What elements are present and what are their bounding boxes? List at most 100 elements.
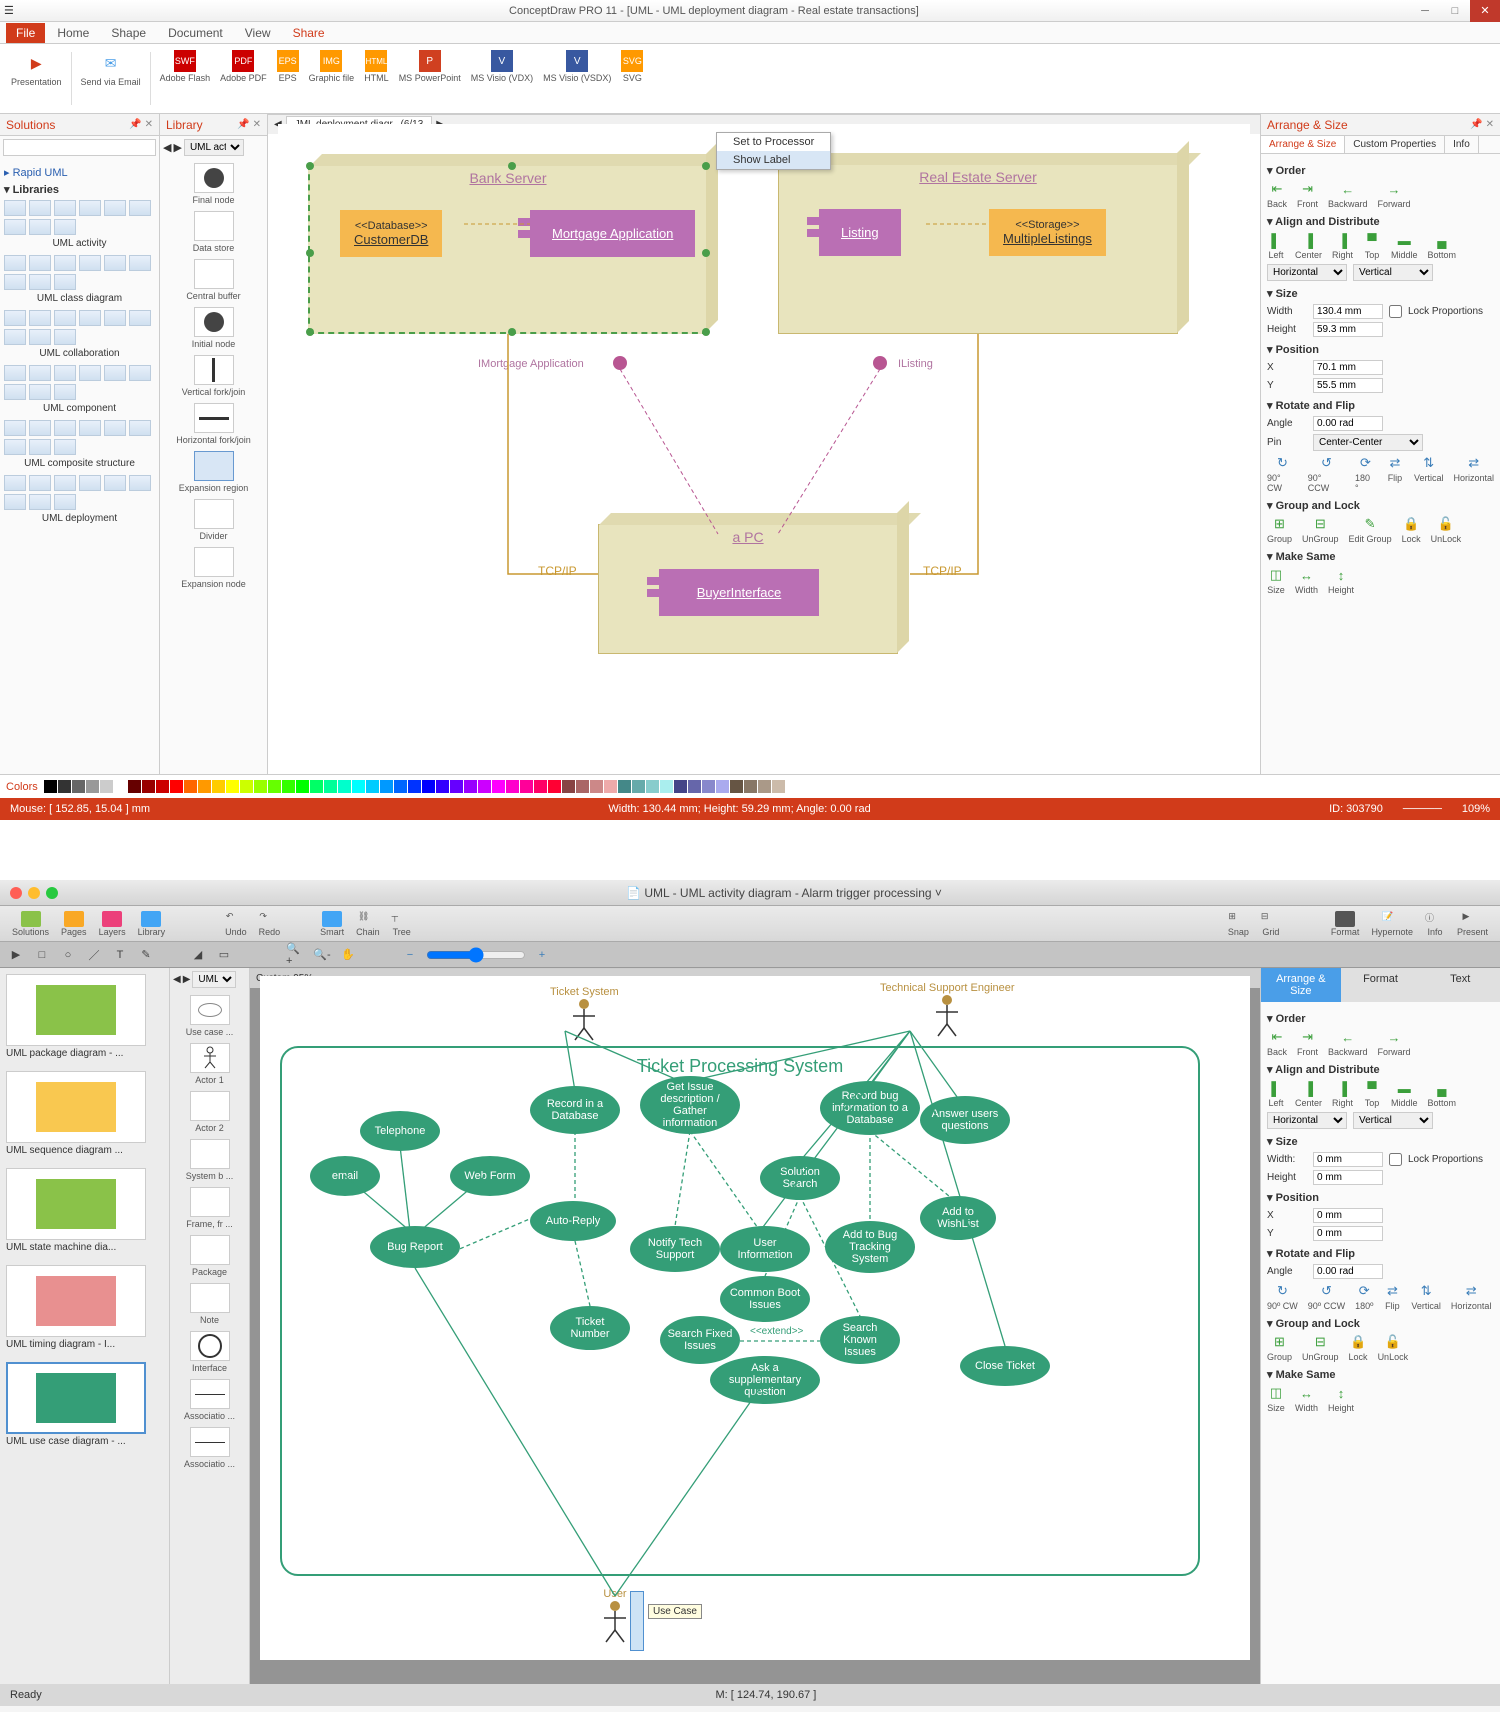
color-swatch[interactable]	[772, 780, 785, 793]
menu-home[interactable]: Home	[47, 23, 99, 43]
canvas-area-2[interactable]: Ticket System Technical Support Engineer…	[250, 968, 1260, 1684]
color-swatch[interactable]	[254, 780, 267, 793]
tb-layers[interactable]: Layers	[95, 909, 130, 939]
presentation-button[interactable]: ▶Presentation	[8, 48, 65, 109]
lib-final-node[interactable]: Final node	[164, 163, 263, 205]
uc-recordbug[interactable]: Record bug information to a Database	[820, 1081, 920, 1135]
tb-tree[interactable]: ┬Tree	[388, 909, 416, 939]
eps-button[interactable]: EPSEPS	[274, 48, 302, 109]
hand-tool[interactable]: ✋	[338, 945, 358, 965]
color-swatch[interactable]	[338, 780, 351, 793]
mac-close-button[interactable]	[10, 887, 22, 899]
text-tool[interactable]: T	[110, 945, 130, 965]
interface-ilisting[interactable]	[873, 356, 887, 370]
line-tool[interactable]: ／	[84, 945, 104, 965]
menu-shape[interactable]: Shape	[101, 23, 156, 43]
actor-user[interactable]: User	[600, 1588, 630, 1644]
lock-btn[interactable]: 🔒Lock	[1402, 516, 1421, 544]
tb-grid[interactable]: ⊟Grid	[1257, 909, 1285, 939]
sol-timing[interactable]: UML timing diagram - I...	[6, 1265, 163, 1350]
lib-expansion-node[interactable]: Expansion node	[164, 547, 263, 589]
color-swatch[interactable]	[604, 780, 617, 793]
tb-smart[interactable]: Smart	[316, 909, 348, 939]
tb-format[interactable]: Format	[1327, 909, 1364, 939]
menu-view[interactable]: View	[235, 23, 281, 43]
flip-v[interactable]: ⇅Vertical	[1414, 455, 1444, 493]
lib-dropdown-2[interactable]: UML u...	[192, 971, 236, 988]
uc-bugreport[interactable]: Bug Report	[370, 1226, 460, 1268]
color-swatch[interactable]	[268, 780, 281, 793]
color-swatch[interactable]	[380, 780, 393, 793]
uc-answer[interactable]: Answer users questions	[920, 1096, 1010, 1144]
uc-wishlist[interactable]: Add to WishList	[920, 1196, 996, 1240]
lock-proportions[interactable]	[1389, 305, 1402, 318]
flip[interactable]: ⇄Flip	[1386, 455, 1404, 493]
lib-divider[interactable]: Divider	[164, 499, 263, 541]
color-swatch[interactable]	[562, 780, 575, 793]
uc-addbug[interactable]: Add to Bug Tracking System	[825, 1221, 915, 1273]
width-input-2[interactable]	[1313, 1152, 1383, 1167]
email-button[interactable]: ✉Send via Email	[78, 48, 144, 109]
color-swatch[interactable]	[170, 780, 183, 793]
width-input[interactable]	[1313, 304, 1383, 319]
rot-cw[interactable]: ↻90° CW	[1267, 455, 1298, 493]
mac-zoom-button[interactable]	[46, 887, 58, 899]
lib-fwd-icon[interactable]: ▶	[173, 141, 181, 154]
x-input[interactable]	[1313, 360, 1383, 375]
lib2-actor2[interactable]: Actor 2	[174, 1091, 245, 1133]
color-swatch[interactable]	[72, 780, 85, 793]
lock-prop-2[interactable]	[1389, 1153, 1402, 1166]
tb-info[interactable]: ⓘInfo	[1421, 909, 1449, 939]
ppt-button[interactable]: PMS PowerPoint	[396, 48, 464, 109]
pointer-tool[interactable]: ▶	[6, 945, 26, 965]
same-size[interactable]: ◫Size	[1267, 567, 1285, 595]
rot-180[interactable]: ⟳180 °	[1355, 455, 1376, 493]
group-btn[interactable]: ⊞Group	[1267, 516, 1292, 544]
color-swatch[interactable]	[688, 780, 701, 793]
lib2-note[interactable]: Note	[174, 1283, 245, 1325]
color-swatch[interactable]	[422, 780, 435, 793]
align-center[interactable]: ▐Center	[1295, 232, 1322, 260]
color-swatch[interactable]	[394, 780, 407, 793]
color-swatch[interactable]	[58, 780, 71, 793]
pdf-button[interactable]: PDFAdobe PDF	[217, 48, 270, 109]
visio-vsdx-button[interactable]: VMS Visio (VSDX)	[540, 48, 614, 109]
graphic-button[interactable]: IMGGraphic file	[306, 48, 358, 109]
align-middle[interactable]: ▬Middle	[1391, 232, 1418, 260]
menu-share[interactable]: Share	[283, 23, 335, 43]
color-swatch[interactable]	[674, 780, 687, 793]
order-backward-2[interactable]: ←Backward	[1328, 1029, 1368, 1057]
solution-thumbs[interactable]	[4, 200, 155, 235]
uc-close[interactable]: Close Ticket	[960, 1346, 1050, 1386]
lib-hfork[interactable]: Horizontal fork/join	[164, 403, 263, 445]
color-swatch[interactable]	[282, 780, 295, 793]
menu-document[interactable]: Document	[158, 23, 233, 43]
component-buyer[interactable]: BuyerInterface	[659, 569, 819, 616]
lib2-system[interactable]: System b ...	[174, 1139, 245, 1181]
color-swatch[interactable]	[156, 780, 169, 793]
tb-present[interactable]: ▶Present	[1453, 909, 1492, 939]
uc-known[interactable]: Search Known Issues	[820, 1316, 900, 1364]
lib2-interface[interactable]: Interface	[174, 1331, 245, 1373]
tb-chain[interactable]: ⛓Chain	[352, 909, 384, 939]
component-listing[interactable]: Listing	[819, 209, 901, 256]
color-swatch[interactable]	[520, 780, 533, 793]
zoomin-tool[interactable]: 🔍+	[286, 945, 306, 965]
color-swatch[interactable]	[366, 780, 379, 793]
uc-webform[interactable]: Web Form	[450, 1156, 530, 1196]
ctx-set-processor[interactable]: Set to Processor	[717, 133, 830, 151]
canvas[interactable]: Bank Server <<Database>> CustomerDB Mort…	[278, 124, 1250, 744]
dist-vert[interactable]: Vertical	[1353, 264, 1433, 281]
lib2-usecase[interactable]: Use case ...	[174, 995, 245, 1037]
color-swatch[interactable]	[716, 780, 729, 793]
tab-info[interactable]: Info	[1445, 136, 1479, 153]
uc-ticketnum[interactable]: Ticket Number	[550, 1306, 630, 1350]
color-swatch[interactable]	[324, 780, 337, 793]
color-swatch[interactable]	[450, 780, 463, 793]
zoom-level[interactable]: 109%	[1462, 803, 1490, 815]
library-dropdown[interactable]: UML acti...	[184, 139, 244, 156]
color-swatch[interactable]	[114, 780, 127, 793]
color-swatch[interactable]	[86, 780, 99, 793]
uc-common[interactable]: Common Boot Issues	[720, 1276, 810, 1322]
order-back[interactable]: ⇤Back	[1267, 181, 1287, 209]
